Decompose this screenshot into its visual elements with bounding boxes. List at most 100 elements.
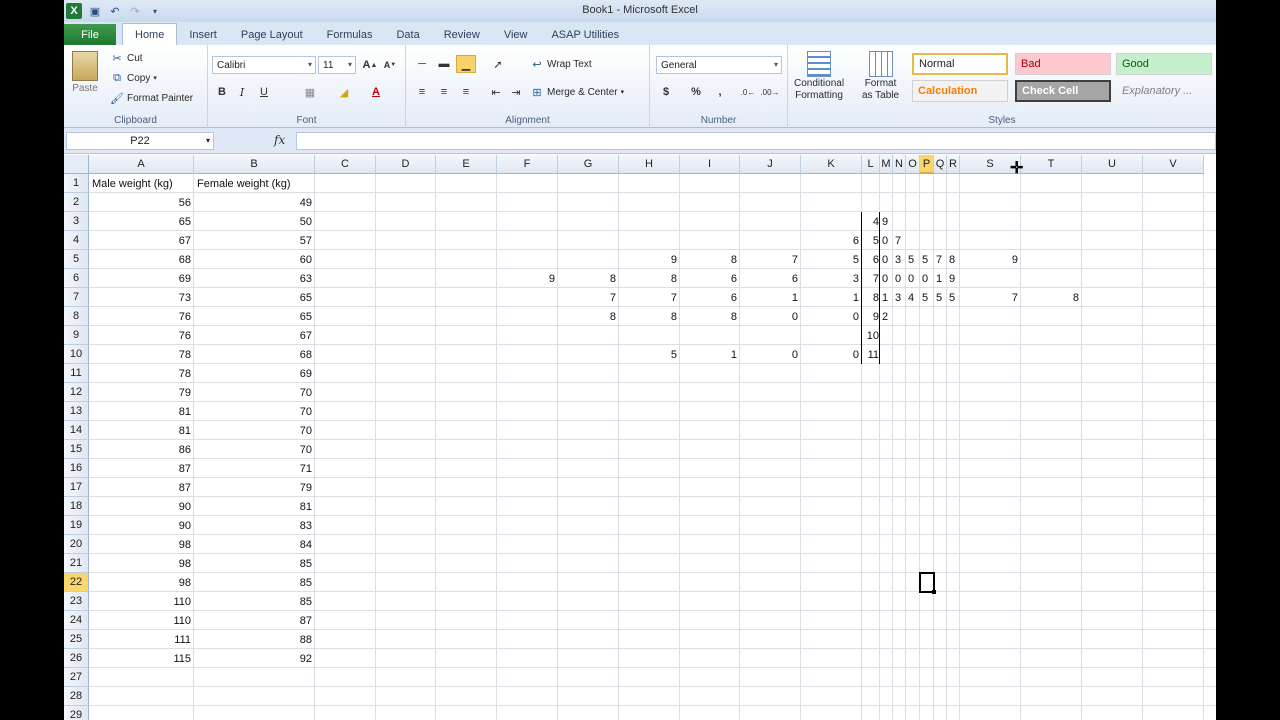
- row-header-25[interactable]: 25: [64, 630, 89, 649]
- cell-l8[interactable]: 9: [862, 307, 880, 326]
- cell-m3[interactable]: 9: [880, 212, 893, 231]
- conditional-formatting-button[interactable]: Conditional Formatting: [794, 51, 844, 101]
- cell-a8[interactable]: 76: [89, 307, 194, 326]
- cell-a7[interactable]: 73: [89, 288, 194, 307]
- column-header-v[interactable]: V: [1143, 155, 1204, 174]
- cell-h6[interactable]: 8: [619, 269, 680, 288]
- cell-j10[interactable]: 0: [740, 345, 801, 364]
- cell-t7[interactable]: 8: [1021, 288, 1082, 307]
- column-header-b[interactable]: B: [194, 155, 315, 174]
- cell-s7[interactable]: 7: [960, 288, 1021, 307]
- column-header-o[interactable]: O: [906, 155, 920, 174]
- cell-j5[interactable]: 7: [740, 250, 801, 269]
- cell-a13[interactable]: 81: [89, 402, 194, 421]
- cell-a16[interactable]: 87: [89, 459, 194, 478]
- cell-b18[interactable]: 81: [194, 497, 315, 516]
- cell-r6[interactable]: 9: [947, 269, 960, 288]
- font-color-icon[interactable]: A: [366, 83, 386, 101]
- row-header-24[interactable]: 24: [64, 611, 89, 630]
- style-calculation[interactable]: Calculation: [912, 80, 1008, 102]
- cell-i10[interactable]: 1: [680, 345, 740, 364]
- cell-a23[interactable]: 110: [89, 592, 194, 611]
- cell-b1[interactable]: Female weight (kg): [194, 174, 315, 193]
- cell-l6[interactable]: 7: [862, 269, 880, 288]
- increase-indent-icon[interactable]: ⇥: [506, 83, 526, 101]
- row-header-28[interactable]: 28: [64, 687, 89, 706]
- cell-a20[interactable]: 98: [89, 535, 194, 554]
- cell-l5[interactable]: 6: [862, 250, 880, 269]
- cell-k10[interactable]: 0: [801, 345, 862, 364]
- cell-l7[interactable]: 8: [862, 288, 880, 307]
- tab-view[interactable]: View: [492, 24, 540, 45]
- copy-button[interactable]: ⧉ Copy ▾: [110, 71, 157, 85]
- cell-a18[interactable]: 90: [89, 497, 194, 516]
- column-header-k[interactable]: K: [801, 155, 862, 174]
- column-header-p[interactable]: P: [920, 155, 934, 174]
- cell-a15[interactable]: 86: [89, 440, 194, 459]
- currency-button[interactable]: $: [656, 83, 676, 101]
- cell-o7[interactable]: 4: [906, 288, 920, 307]
- cell-q5[interactable]: 7: [934, 250, 947, 269]
- cell-h8[interactable]: 8: [619, 307, 680, 326]
- cell-m6[interactable]: 0: [880, 269, 893, 288]
- cell-i6[interactable]: 6: [680, 269, 740, 288]
- cell-a14[interactable]: 81: [89, 421, 194, 440]
- cell-b22[interactable]: 85: [194, 573, 315, 592]
- cell-h5[interactable]: 9: [619, 250, 680, 269]
- row-header-18[interactable]: 18: [64, 497, 89, 516]
- cell-q6[interactable]: 1: [934, 269, 947, 288]
- align-center-icon[interactable]: ≡: [434, 83, 454, 101]
- tab-asap-utilities[interactable]: ASAP Utilities: [539, 24, 631, 45]
- column-header-g[interactable]: G: [558, 155, 619, 174]
- tab-data[interactable]: Data: [384, 24, 431, 45]
- column-header-l[interactable]: L: [862, 155, 880, 174]
- cell-a12[interactable]: 79: [89, 383, 194, 402]
- row-header-19[interactable]: 19: [64, 516, 89, 535]
- cell-a24[interactable]: 110: [89, 611, 194, 630]
- cell-n4[interactable]: 7: [893, 231, 906, 250]
- customize-qat-icon[interactable]: ▾: [148, 4, 162, 18]
- row-header-15[interactable]: 15: [64, 440, 89, 459]
- style-check-cell[interactable]: Check Cell: [1015, 80, 1111, 102]
- cell-b6[interactable]: 63: [194, 269, 315, 288]
- cell-a21[interactable]: 98: [89, 554, 194, 573]
- italic-button[interactable]: I: [232, 83, 252, 101]
- cell-a4[interactable]: 67: [89, 231, 194, 250]
- shrink-font-button[interactable]: A ▼: [380, 56, 400, 74]
- cell-g6[interactable]: 8: [558, 269, 619, 288]
- tab-insert[interactable]: Insert: [177, 24, 229, 45]
- cell-a3[interactable]: 65: [89, 212, 194, 231]
- cell-a25[interactable]: 111: [89, 630, 194, 649]
- row-header-11[interactable]: 11: [64, 364, 89, 383]
- decrease-decimal-icon[interactable]: .00→: [760, 83, 780, 101]
- row-header-26[interactable]: 26: [64, 649, 89, 668]
- align-middle-icon[interactable]: ▬: [434, 55, 454, 73]
- paste-button[interactable]: Paste: [72, 51, 98, 94]
- tab-formulas[interactable]: Formulas: [315, 24, 385, 45]
- cell-k6[interactable]: 3: [801, 269, 862, 288]
- row-header-20[interactable]: 20: [64, 535, 89, 554]
- cell-m5[interactable]: 0: [880, 250, 893, 269]
- row-header-8[interactable]: 8: [64, 307, 89, 326]
- format-painter-button[interactable]: 🖌 Format Painter: [110, 91, 193, 105]
- cell-b3[interactable]: 50: [194, 212, 315, 231]
- cell-a9[interactable]: 76: [89, 326, 194, 345]
- wrap-text-button[interactable]: ↩ Wrap Text: [530, 57, 591, 71]
- column-header-a[interactable]: A: [89, 155, 194, 174]
- column-header-i[interactable]: I: [680, 155, 740, 174]
- cell-b12[interactable]: 70: [194, 383, 315, 402]
- column-header-t[interactable]: T: [1021, 155, 1082, 174]
- cell-b13[interactable]: 70: [194, 402, 315, 421]
- row-header-22[interactable]: 22: [64, 573, 89, 592]
- fill-color-icon[interactable]: ◢: [334, 83, 354, 101]
- cell-b24[interactable]: 87: [194, 611, 315, 630]
- tab-review[interactable]: Review: [432, 24, 492, 45]
- column-header-h[interactable]: H: [619, 155, 680, 174]
- cell-k8[interactable]: 0: [801, 307, 862, 326]
- cell-k4[interactable]: 6: [801, 231, 862, 250]
- cell-k7[interactable]: 1: [801, 288, 862, 307]
- column-header-m[interactable]: M: [880, 155, 893, 174]
- row-header-21[interactable]: 21: [64, 554, 89, 573]
- cell-i5[interactable]: 8: [680, 250, 740, 269]
- column-header-j[interactable]: J: [740, 155, 801, 174]
